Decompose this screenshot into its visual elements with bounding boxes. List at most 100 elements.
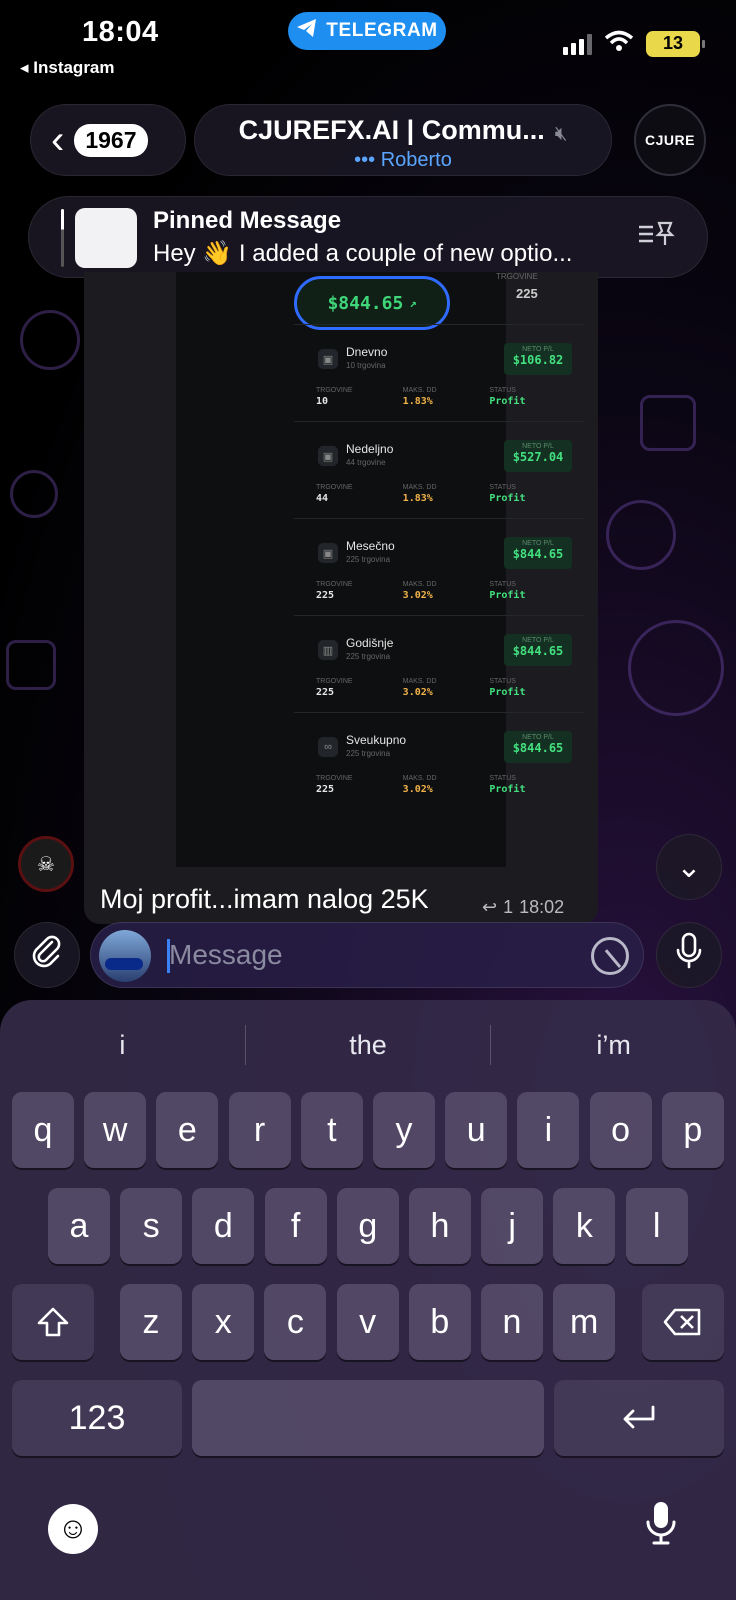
chevron-left-icon: ‹ (51, 118, 65, 162)
period-sub: 225 trgovina (346, 555, 391, 564)
dd-label: MAKS. DD (402, 775, 437, 782)
send-as-avatar[interactable] (99, 930, 151, 982)
key-t[interactable]: t (300, 1092, 363, 1168)
bg-doodle (606, 500, 676, 570)
suggestion[interactable]: the (246, 1030, 491, 1061)
return-key[interactable] (554, 1380, 724, 1456)
message-composer[interactable] (90, 922, 644, 988)
message-image[interactable]: $844.65 ↗ TRGOVINE 225 ▣ Dnevno 10 trgov… (176, 272, 584, 867)
calendar-icon: ▣ (318, 349, 338, 369)
key-u[interactable]: u (445, 1092, 508, 1168)
message-meta: ↩︎ 1 18:02 (482, 897, 564, 918)
status-icons: 13 (563, 30, 705, 57)
total-trades-label: TRGOVINE (496, 272, 538, 281)
neto-value: $527.04 (512, 450, 564, 464)
trades-value: 225 (316, 590, 335, 601)
pinned-text: Hey 👋 I added a couple of new optio... (153, 240, 573, 267)
suggestion[interactable]: i’m (491, 1030, 736, 1061)
numbers-key[interactable]: 123 (12, 1380, 182, 1456)
shift-key[interactable] (12, 1284, 94, 1360)
key-w[interactable]: w (84, 1092, 147, 1168)
key-p[interactable]: p (661, 1092, 724, 1168)
key-o[interactable]: o (589, 1092, 652, 1168)
sender-avatar[interactable]: ☠︎ (18, 836, 74, 892)
key-f[interactable]: f (264, 1188, 327, 1264)
period-neto: NETO P/L $844.65 (504, 634, 572, 666)
bg-doodle (640, 395, 696, 451)
key-a[interactable]: a (48, 1188, 110, 1264)
pinned-message-bar[interactable]: Pinned Message Hey 👋 I added a couple of… (28, 196, 708, 278)
message-bubble[interactable]: $844.65 ↗ TRGOVINE 225 ▣ Dnevno 10 trgov… (84, 272, 598, 924)
period-stats: TRGOVINE 44 MAKS. DD 1.83% STATUS Profit (316, 484, 576, 504)
back-button[interactable]: ‹ 1967 (30, 104, 186, 176)
key-n[interactable]: n (481, 1284, 543, 1360)
message-input[interactable] (169, 935, 549, 975)
dictation-microphone-icon[interactable] (644, 1500, 678, 1555)
total-profit-value: $844.65 (327, 292, 404, 314)
pin-list-icon[interactable] (637, 219, 675, 256)
key-q[interactable]: q (12, 1092, 74, 1168)
dd-value: 1.83% (402, 396, 433, 407)
key-g[interactable]: g (336, 1188, 399, 1264)
key-d[interactable]: d (192, 1188, 255, 1264)
period-stats: TRGOVINE 225 MAKS. DD 3.02% STATUS Profit (316, 581, 576, 601)
telegram-pill[interactable]: TELEGRAM (288, 12, 446, 50)
key-b[interactable]: b (408, 1284, 471, 1360)
key-v[interactable]: v (336, 1284, 399, 1360)
emoji-icon[interactable]: ☺ (48, 1504, 98, 1554)
status-value: Profit (489, 784, 526, 795)
period-sub: 10 trgovina (346, 361, 386, 370)
period-stats: TRGOVINE 10 MAKS. DD 1.83% STATUS Profit (316, 387, 576, 407)
key-x[interactable]: x (192, 1284, 255, 1360)
suggestion[interactable]: i (0, 1030, 245, 1061)
key-h[interactable]: h (409, 1188, 471, 1264)
scroll-down-button[interactable]: ⌄ (656, 834, 722, 900)
voice-record-button[interactable] (656, 922, 722, 988)
battery-icon: 13 (646, 30, 705, 57)
dd-value: 1.83% (402, 493, 433, 504)
sticker-icon[interactable] (591, 937, 629, 975)
dd-label: MAKS. DD (402, 484, 437, 491)
space-key[interactable] (192, 1380, 544, 1456)
telegram-icon (296, 18, 318, 44)
chat-avatar[interactable]: CJURE (634, 104, 706, 176)
chat-title: CJUREFX.AI | Commu... (238, 115, 545, 145)
neto-value: $844.65 (512, 547, 564, 561)
key-s[interactable]: s (120, 1188, 183, 1264)
period-neto: NETO P/L $844.65 (504, 537, 572, 569)
back-to-app-link[interactable]: ◂ Instagram (20, 58, 115, 78)
key-r[interactable]: r (228, 1092, 291, 1168)
chat-header[interactable]: CJUREFX.AI | Commu... 🔇︎ ••• Roberto (194, 104, 612, 176)
status-value: Profit (489, 493, 526, 504)
dd-value: 3.02% (402, 590, 433, 601)
reply-icon: ↩︎ (482, 897, 498, 917)
period-card: ∞ Sveukupno 225 trgovina NETO P/L $844.65… (294, 712, 584, 809)
status-time: 18:04 (82, 16, 159, 48)
message-caption: Moj profit...imam nalog 25K (100, 884, 429, 914)
infinity-icon: ∞ (318, 737, 338, 757)
key-z[interactable]: z (120, 1284, 182, 1360)
key-e[interactable]: e (156, 1092, 219, 1168)
key-c[interactable]: c (264, 1284, 327, 1360)
key-l[interactable]: l (625, 1188, 688, 1264)
key-j[interactable]: j (481, 1188, 544, 1264)
neto-value: $844.65 (512, 644, 564, 658)
dd-value: 3.02% (402, 784, 433, 795)
period-name: Sveukupno (346, 733, 407, 747)
pinned-indicator (61, 209, 64, 267)
screen: 18:04 ◂ Instagram TELEGRAM 13 ‹ 1967 CJU… (0, 0, 736, 1600)
reply-count[interactable]: 1 (503, 897, 513, 918)
key-i[interactable]: i (517, 1092, 580, 1168)
message-time: 18:02 (519, 897, 565, 917)
bg-doodle (6, 640, 56, 690)
attach-button[interactable] (14, 922, 80, 988)
backspace-key[interactable] (642, 1284, 724, 1360)
trades-value: 225 (316, 784, 335, 795)
key-m[interactable]: m (553, 1284, 616, 1360)
period-sub: 225 trgovina (346, 652, 391, 661)
key-k[interactable]: k (553, 1188, 616, 1264)
period-sub: 44 trgovine (346, 458, 386, 467)
bg-doodle (628, 620, 724, 716)
trend-up-icon: ↗ (409, 296, 417, 310)
key-y[interactable]: y (373, 1092, 435, 1168)
